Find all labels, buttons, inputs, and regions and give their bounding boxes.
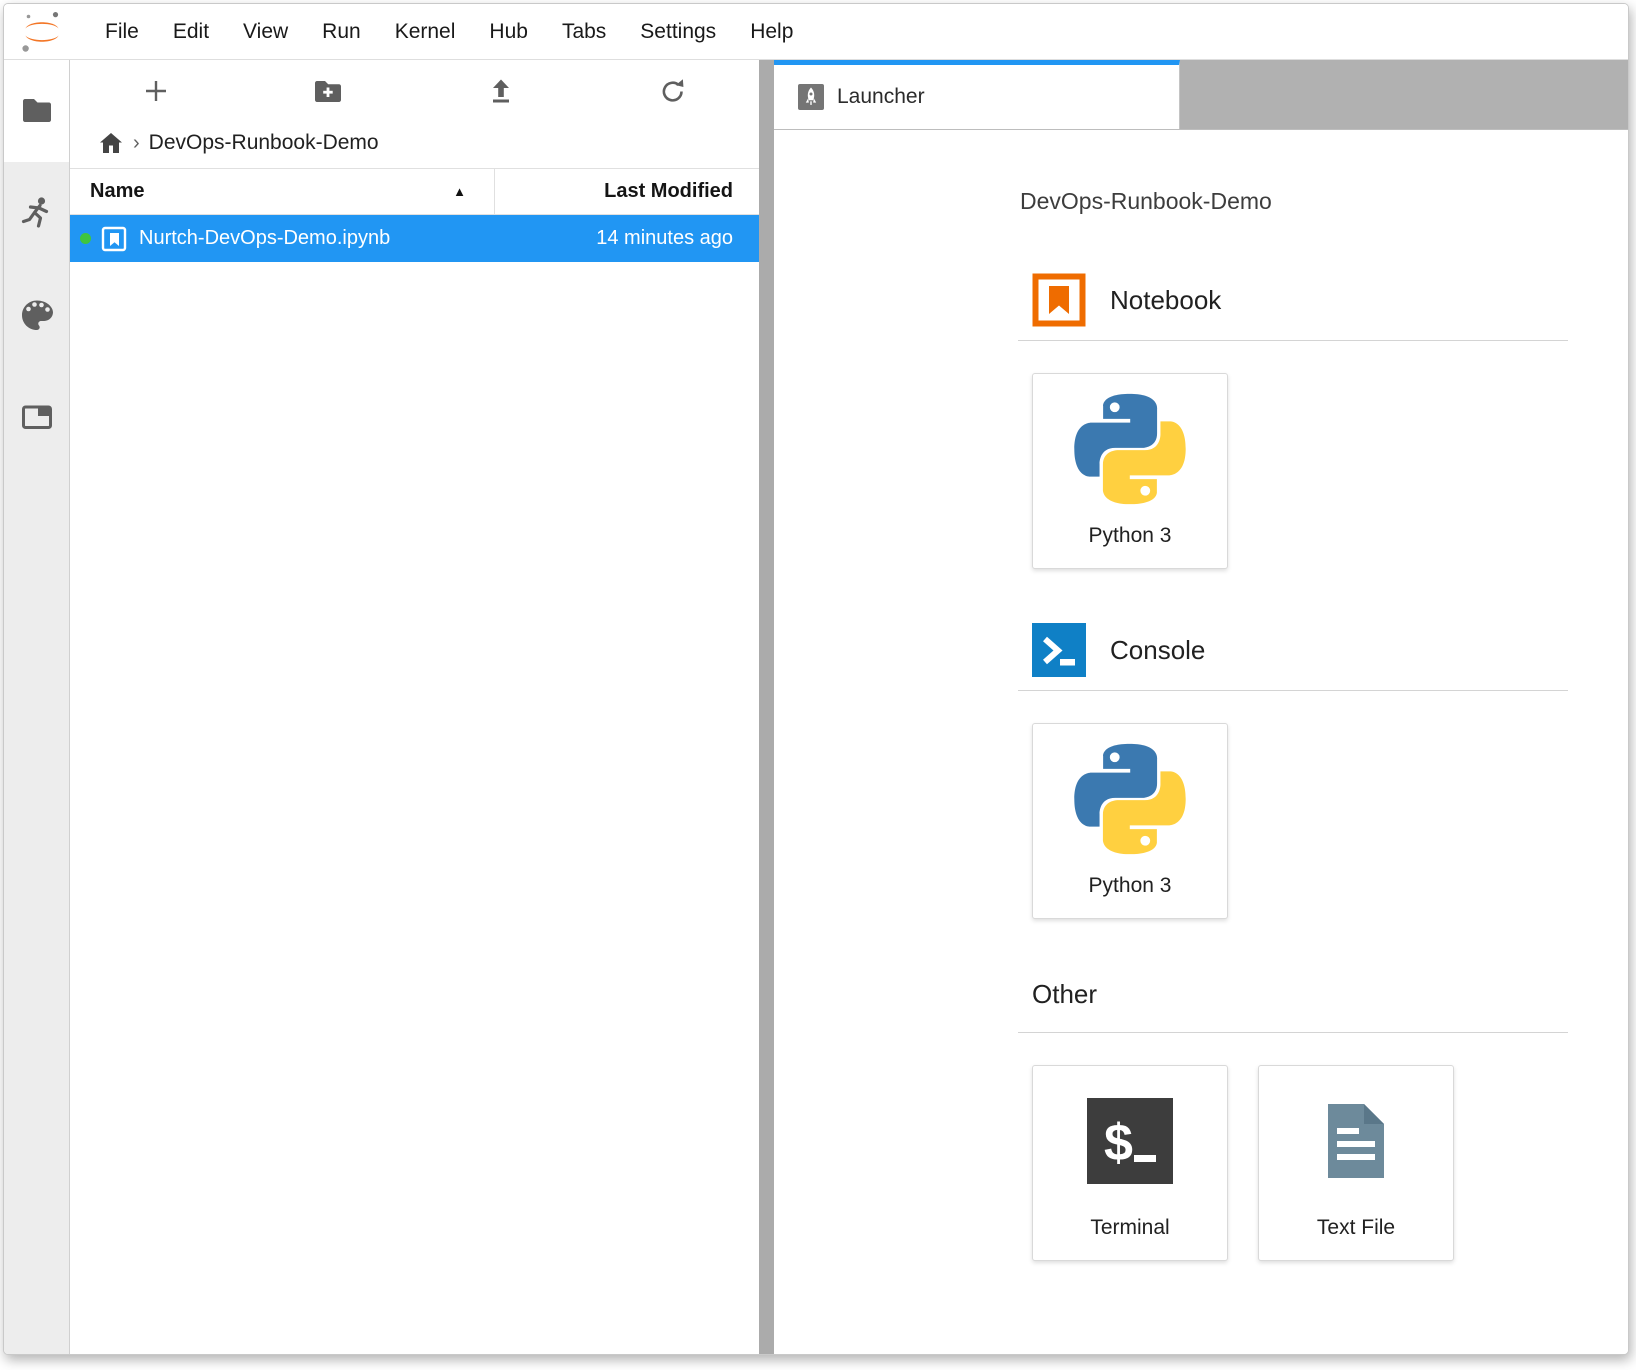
console-icon (1032, 623, 1086, 677)
panel-splitter[interactable] (759, 60, 774, 1354)
python-icon (1074, 393, 1186, 505)
card-label-text-file: Text File (1317, 1216, 1395, 1240)
plus-icon (141, 76, 171, 106)
breadcrumb: › DevOps-Runbook-Demo (70, 118, 759, 168)
launcher-section-notebook: Notebook Python 3 (1018, 273, 1568, 569)
sidebar-item-command-palette[interactable] (4, 264, 69, 366)
section-divider (1018, 1032, 1568, 1033)
sidebar-item-open-tabs[interactable] (4, 366, 69, 468)
launcher-section-console: Console Python 3 (1018, 623, 1568, 919)
palette-icon (19, 297, 55, 333)
launcher-panel: DevOps-Runbook-Demo Notebook (774, 130, 1628, 1354)
running-icon (19, 195, 55, 231)
tabs-icon (19, 399, 55, 435)
section-divider (1018, 690, 1568, 691)
file-browser-toolbar (70, 60, 759, 118)
launcher-card-text-file[interactable]: Text File (1258, 1065, 1454, 1261)
launcher-card-console-python3[interactable]: Python 3 (1032, 723, 1228, 919)
tab-launcher[interactable]: Launcher (774, 60, 1180, 129)
folder-icon (19, 93, 55, 129)
launcher-rocket-icon (798, 84, 824, 110)
card-label-python3: Python 3 (1089, 874, 1172, 898)
name-column-label: Name (90, 180, 144, 203)
breadcrumb-separator: › (133, 132, 140, 155)
menu-run[interactable]: Run (305, 20, 378, 44)
section-label-notebook: Notebook (1110, 285, 1221, 316)
file-last-modified: 14 minutes ago (519, 227, 759, 250)
jupyter-logo-icon (18, 9, 66, 55)
launcher-section-other: Other $ Terminal (1018, 979, 1568, 1261)
upload-button[interactable] (415, 75, 587, 107)
menu-settings[interactable]: Settings (623, 20, 733, 44)
svg-text:$: $ (1104, 1114, 1133, 1172)
file-row-selected[interactable]: Nurtch-DevOps-Demo.ipynb 14 minutes ago (70, 215, 759, 262)
file-browser-panel: › DevOps-Runbook-Demo Name ▲ Last Modifi… (70, 60, 759, 1354)
sort-ascending-icon: ▲ (453, 184, 466, 199)
new-launcher-button[interactable] (70, 76, 242, 106)
menu-hub[interactable]: Hub (472, 20, 545, 44)
new-folder-icon (311, 74, 345, 108)
refresh-button[interactable] (587, 76, 759, 106)
upload-icon (485, 75, 517, 107)
menu-help[interactable]: Help (733, 20, 810, 44)
home-icon[interactable] (98, 130, 124, 156)
tab-launcher-label: Launcher (837, 85, 925, 109)
menu-file[interactable]: File (88, 20, 156, 44)
activity-sidebar (4, 60, 70, 1354)
card-label-terminal: Terminal (1090, 1216, 1169, 1240)
sidebar-item-running-sessions[interactable] (4, 162, 69, 264)
notebook-icon (1032, 273, 1086, 327)
launcher-card-terminal[interactable]: $ Terminal (1032, 1065, 1228, 1261)
file-list-header: Name ▲ Last Modified (70, 168, 759, 215)
jupyterlab-window: File Edit View Run Kernel Hub Tabs Setti… (3, 3, 1629, 1355)
menu-view[interactable]: View (226, 20, 305, 44)
python-icon (1074, 743, 1186, 855)
terminal-icon: $ (1087, 1098, 1173, 1184)
file-name: Nurtch-DevOps-Demo.ipynb (139, 227, 519, 250)
launcher-card-notebook-python3[interactable]: Python 3 (1032, 373, 1228, 569)
kernel-running-dot-icon (80, 233, 91, 244)
section-label-console: Console (1110, 635, 1205, 666)
dock-tab-bar: Launcher (774, 60, 1628, 130)
section-divider (1018, 340, 1568, 341)
menu-tabs[interactable]: Tabs (545, 20, 623, 44)
column-header-name[interactable]: Name ▲ (70, 169, 495, 214)
menu-kernel[interactable]: Kernel (378, 20, 473, 44)
sidebar-item-file-browser[interactable] (4, 60, 69, 162)
text-file-icon (1313, 1098, 1399, 1184)
card-label-python3: Python 3 (1089, 524, 1172, 548)
launcher-cwd-title: DevOps-Runbook-Demo (1020, 188, 1568, 215)
section-label-other: Other (1032, 979, 1097, 1010)
menu-bar: File Edit View Run Kernel Hub Tabs Setti… (4, 4, 1628, 60)
notebook-file-icon (101, 226, 127, 252)
menu-edit[interactable]: Edit (156, 20, 226, 44)
breadcrumb-path[interactable]: DevOps-Runbook-Demo (149, 131, 379, 155)
new-folder-button[interactable] (242, 74, 414, 108)
refresh-icon (658, 76, 688, 106)
column-header-last-modified[interactable]: Last Modified (495, 180, 759, 203)
main-dock-panel: Launcher DevOps-Runbook-Demo Notebook (774, 60, 1628, 1354)
